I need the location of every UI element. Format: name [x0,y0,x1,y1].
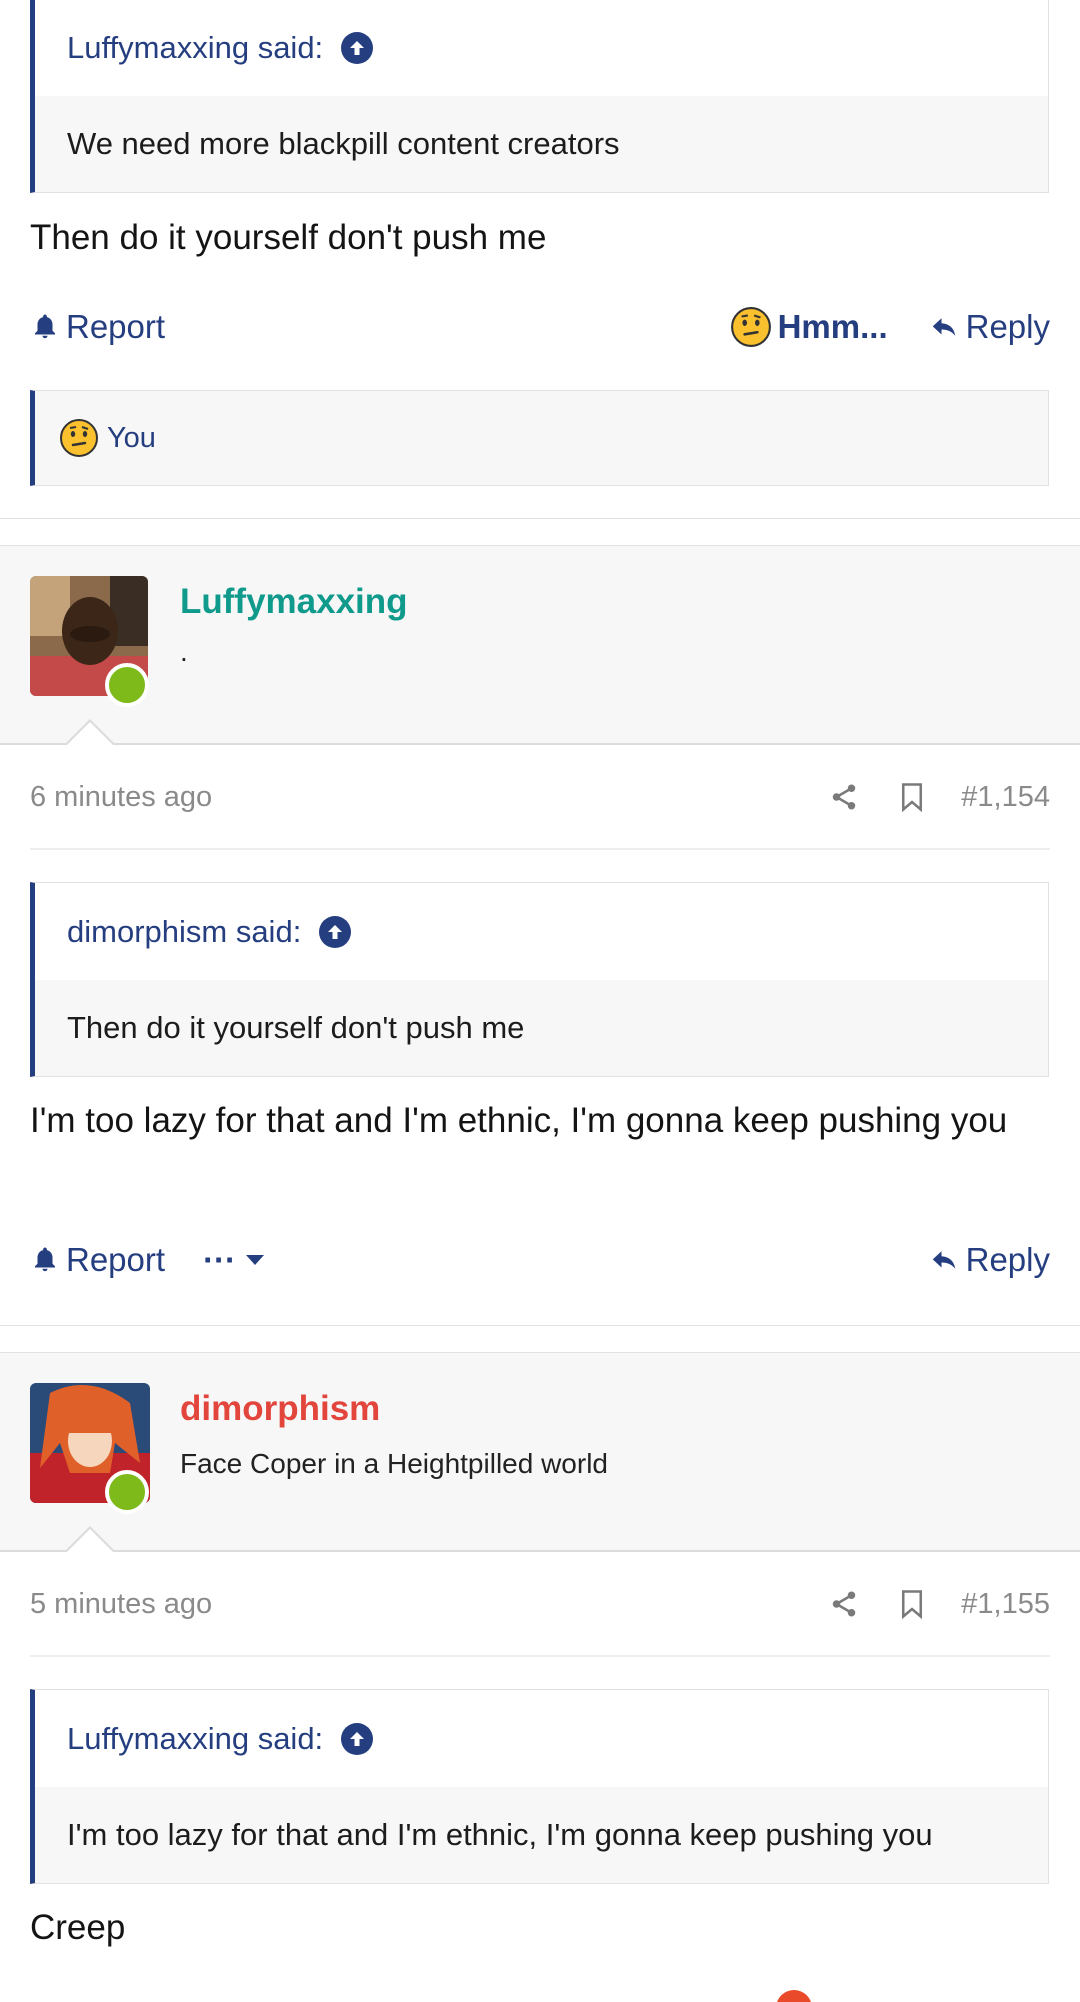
post-actions: Report ··· Reply [30,1230,1050,1290]
reaction-button[interactable]: Hmm... [730,306,888,348]
user-title: . [180,636,188,667]
notch [64,719,116,746]
bell-icon [35,1247,55,1272]
reply-button[interactable]: Reply [928,1241,1050,1279]
reaction-emoji-partial [776,1990,812,2002]
report-button[interactable]: Report [30,1241,165,1279]
reply-icon [932,318,955,336]
arrow-up-icon[interactable] [341,31,374,64]
reacted-by[interactable]: You [107,422,156,455]
post-number[interactable]: #1,154 [961,781,1050,814]
quote-text: We need more blackpill content creators [35,96,1048,192]
more-options-button[interactable]: ··· [203,1241,272,1279]
quote-block: dimorphism said: Then do it yourself don… [30,882,1049,1077]
quote-block: Luffymaxxing said: We need more blackpil… [30,0,1049,193]
post-message: I'm too lazy for that and I'm ethnic, I'… [30,1101,1008,1140]
post-actions: Report Hmm... Reply [30,297,1050,357]
share-icon[interactable] [829,1589,859,1619]
thinking-emoji-icon [60,419,98,457]
report-label: Report [66,1241,166,1278]
reply-icon [932,1251,955,1269]
divider [30,848,1050,850]
reply-label: Reply [965,308,1050,345]
bell-icon [35,314,55,339]
quote-author[interactable]: Luffymaxxing said: [67,1721,323,1757]
divider [30,1655,1050,1657]
thinking-emoji-icon [730,307,771,347]
user-info-bar: dimorphism Face Coper in a Heightpilled … [0,1352,1080,1553]
post-message: Then do it yourself don't push me [30,218,547,257]
user-title: Face Coper in a Heightpilled world [180,1448,608,1479]
bookmark-icon[interactable] [899,1589,925,1619]
share-icon[interactable] [829,782,859,812]
post-divider [0,518,1080,519]
more-label: ··· [203,1241,237,1278]
post-number[interactable]: #1,155 [961,1588,1050,1621]
quote-header[interactable]: dimorphism said: [35,883,1048,980]
reactions-bar[interactable]: You [30,390,1049,486]
post-divider [0,1325,1080,1326]
caret-down-icon [246,1255,265,1265]
post-time[interactable]: 6 minutes ago [30,781,212,814]
quote-text: I'm too lazy for that and I'm ethnic, I'… [35,1787,1048,1883]
quote-block: Luffymaxxing said: I'm too lazy for that… [30,1689,1049,1884]
username[interactable]: Luffymaxxing [180,582,408,622]
online-indicator [105,663,149,707]
quote-author[interactable]: dimorphism said: [67,914,301,950]
quote-author[interactable]: Luffymaxxing said: [67,30,323,66]
bookmark-icon[interactable] [899,782,925,812]
post-meta: 5 minutes ago #1,155 [30,1579,1050,1629]
post-time[interactable]: 5 minutes ago [30,1588,212,1621]
arrow-up-icon[interactable] [319,915,352,948]
quote-header[interactable]: Luffymaxxing said: [35,0,1048,96]
quote-header[interactable]: Luffymaxxing said: [35,1690,1048,1787]
reply-label: Reply [965,1241,1050,1278]
reply-button[interactable]: Reply [928,308,1050,346]
reaction-label: Hmm... [777,308,888,345]
post-meta: 6 minutes ago #1,154 [30,772,1050,822]
post-message: Creep [30,1908,126,1947]
arrow-up-icon[interactable] [341,1722,374,1755]
user-info-bar: Luffymaxxing . [0,545,1080,746]
notch [64,1526,116,1553]
online-indicator [105,1470,149,1514]
report-label: Report [66,308,166,345]
report-button[interactable]: Report [30,308,165,346]
username[interactable]: dimorphism [180,1389,380,1429]
quote-text: Then do it yourself don't push me [35,980,1048,1076]
